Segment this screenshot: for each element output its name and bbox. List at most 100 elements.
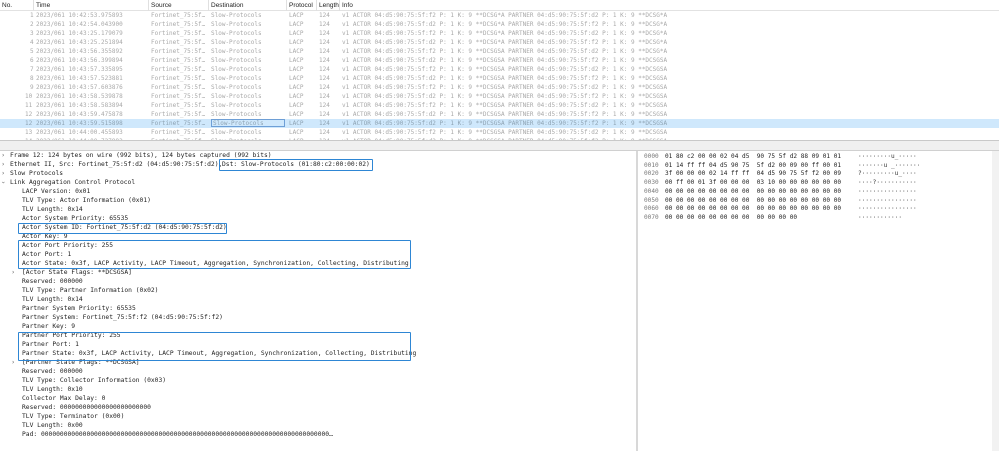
cell-info: v1 ACTOR 04:d5:90:75:5f:f2 P: 1 K: 9 **D… [342, 102, 668, 109]
byte-row[interactable]: 0000 01 80 c2 00 00 02 04 d5 90 75 5f d2 … [638, 152, 988, 161]
packet-list[interactable]: No. Time Source Destination Protocol Len… [0, 0, 999, 141]
table-row[interactable]: 3 2023/061 10:43:25.179079 Fortinet_75:5f…… [0, 29, 999, 38]
table-row[interactable]: 12 2023/061 10:43:59.515898 Fortinet_75:5f… [0, 119, 999, 128]
cell-time: 2023/061 10:42:54.043900 [36, 21, 123, 28]
cell-protocol: LACP [289, 12, 304, 19]
byte-offset: 0030 [644, 179, 659, 187]
cell-source: Fortinet_75:5f… [151, 12, 206, 19]
cell-source: Fortinet_75:5f… [151, 84, 206, 91]
packet-details-pane[interactable]: › Frame 12: 124 bytes on wire (992 bits)… [0, 151, 636, 451]
col-header-time[interactable]: Time [36, 2, 50, 9]
byte-row[interactable]: 0020 3f 00 00 00 02 14 ff ff 04 d5 90 75 … [638, 169, 988, 178]
lacp-field[interactable]: Partner Key: 9 [0, 322, 630, 331]
cell-protocol: LACP [289, 66, 304, 73]
cell-destination: Slow-Protocols [211, 48, 262, 55]
lacp-field[interactable]: Reserved: 000000000000000000000000 [0, 403, 630, 412]
byte-row[interactable]: 0050 00 00 00 00 00 00 00 00 00 00 00 00 … [638, 196, 988, 205]
cell-info: v1 ACTOR 04:d5:90:75:5f:f2 P: 1 K: 9 **D… [342, 129, 668, 136]
byte-row[interactable]: 0010 01 14 ff ff 04 d5 90 75 5f d2 00 09 … [638, 161, 988, 170]
byte-offset: 0070 [644, 213, 659, 221]
col-header-length[interactable]: Length [319, 2, 339, 9]
cell-destination: Slow-Protocols [211, 93, 262, 100]
cell-time: 2023/061 10:43:58.539878 [36, 93, 123, 100]
cell-destination: Slow-Protocols [211, 119, 285, 127]
lacp-field[interactable]: Partner System: Fortinet_75:5f:f2 (04:d5… [0, 313, 630, 322]
table-row[interactable]: 8 2023/061 10:43:57.523881 Fortinet_75:5f…… [0, 74, 999, 83]
col-header-protocol[interactable]: Protocol [289, 2, 313, 9]
lacp-field[interactable]: [Actor State Flags: **DCSGSA] › [0, 268, 630, 277]
lacp-field[interactable]: TLV Type: Actor Information (0x01) [0, 196, 630, 205]
cell-length: 124 [319, 21, 330, 28]
lacp-field[interactable]: Reserved: 000000 [0, 277, 630, 286]
bytes-scrollbar[interactable] [992, 151, 999, 451]
pane-splitter[interactable] [0, 141, 999, 151]
cell-info: v1 ACTOR 04:d5:90:75:5f:d2 P: 1 K: 9 **D… [342, 21, 668, 28]
lacp-field[interactable]: TLV Length: 0x00 [0, 421, 630, 430]
highlight-partner-port-box [18, 332, 411, 361]
lacp-field[interactable]: TLV Type: Partner Information (0x02) [0, 286, 630, 295]
byte-ascii: ················ [858, 196, 917, 204]
lacp-field[interactable]: TLV Length: 0x14 [0, 295, 630, 304]
packet-bytes-pane[interactable]: 0000 01 80 c2 00 00 02 04 d5 90 75 5f d2 … [638, 151, 999, 451]
cell-info: v1 ACTOR 04:d5:90:75:5f:f2 P: 1 K: 9 **D… [342, 84, 668, 91]
lacp-field[interactable]: TLV Length: 0x10 [0, 385, 630, 394]
byte-hex: 3f 00 00 00 02 14 ff ff 04 d5 90 75 5f f… [665, 170, 842, 178]
col-header-info[interactable]: Info [342, 2, 353, 9]
table-row[interactable]: 11 2023/061 10:43:58.583894 Fortinet_75:5f… [0, 101, 999, 110]
table-row[interactable]: 13 2023/061 10:44:00.455893 Fortinet_75:5f… [0, 128, 999, 137]
cell-protocol: LACP [289, 93, 304, 100]
table-row[interactable]: 9 2023/061 10:43:57.603876 Fortinet_75:5f…… [0, 83, 999, 92]
expand-arrow-icon[interactable]: › [2, 151, 4, 160]
lacp-field[interactable]: Partner System Priority: 65535 [0, 304, 630, 313]
cell-source: Fortinet_75:5f… [151, 48, 206, 55]
expand-arrow-icon[interactable]: › [2, 160, 4, 169]
expand-arrow-icon[interactable]: › [2, 169, 4, 178]
table-row[interactable]: 6 2023/061 10:43:56.399894 Fortinet_75:5f…… [0, 56, 999, 65]
byte-ascii: ················ [858, 205, 917, 213]
table-row[interactable]: 7 2023/061 10:43:57.335895 Fortinet_75:5f…… [0, 65, 999, 74]
table-row[interactable]: 5 2023/061 10:43:56.355892 Fortinet_75:5f…… [0, 47, 999, 56]
lacp-field[interactable]: TLV Type: Collector Information (0x03) [0, 376, 630, 385]
cell-destination: Slow-Protocols [211, 12, 262, 19]
byte-hex: 01 14 ff ff 04 d5 90 75 5f d2 00 09 00 f… [665, 161, 842, 169]
byte-row[interactable]: 0060 00 00 00 00 00 00 00 00 00 00 00 00 … [638, 204, 988, 213]
byte-hex: 00 00 00 00 00 00 00 00 00 00 00 00 00 0… [665, 187, 842, 195]
cell-protocol: LACP [289, 84, 304, 91]
cell-time: 2023/061 10:43:57.603876 [36, 84, 123, 91]
col-header-destination[interactable]: Destination [211, 2, 244, 9]
collapse-arrow-icon[interactable]: › [0, 181, 8, 183]
cell-destination: Slow-Protocols [211, 102, 262, 109]
byte-row[interactable]: 0040 00 00 00 00 00 00 00 00 00 00 00 00 … [638, 187, 988, 196]
table-row[interactable]: 2 2023/061 10:42:54.043900 Fortinet_75:5f…… [0, 20, 999, 29]
cell-time: 2023/061 10:42:53.975893 [36, 12, 123, 19]
cell-length: 124 [319, 75, 330, 82]
lacp-field[interactable]: TLV Length: 0x14 [0, 205, 630, 214]
tree-item-lacp[interactable]: › Link Aggregation Control Protocol [0, 178, 630, 187]
cell-info: v1 ACTOR 04:d5:90:75:5f:d2 P: 1 K: 9 **D… [342, 75, 668, 82]
table-row[interactable]: 10 2023/061 10:43:58.539878 Fortinet_75:5f… [0, 92, 999, 101]
cell-info: v1 ACTOR 04:d5:90:75:5f:f2 P: 1 K: 9 **D… [342, 30, 668, 37]
table-row[interactable]: 12 2023/061 10:43:59.475878 Fortinet_75:5f… [0, 110, 999, 119]
lacp-field[interactable]: Collector Max Delay: 0 [0, 394, 630, 403]
lacp-field[interactable]: TLV Type: Terminator (0x00) [0, 412, 630, 421]
lacp-field[interactable]: Pad: 00000000000000000000000000000000000… [0, 430, 630, 439]
cell-length: 124 [319, 120, 330, 127]
table-row[interactable]: 4 2023/061 10:43:25.251894 Fortinet_75:5f…… [0, 38, 999, 47]
expand-arrow-icon[interactable]: › [12, 358, 14, 367]
col-header-no[interactable]: No. [2, 2, 12, 9]
cell-time: 2023/061 10:43:25.179079 [36, 30, 123, 37]
lacp-field[interactable]: Actor System Priority: 65535 [0, 214, 630, 223]
lacp-field[interactable]: Reserved: 000000 [0, 367, 630, 376]
byte-ascii: ·······u _······· [858, 161, 921, 169]
byte-row[interactable]: 0030 00 ff 00 01 3f 00 00 00 03 10 00 00 … [638, 178, 988, 187]
col-header-source[interactable]: Source [151, 2, 172, 9]
cell-time: 2023/061 10:43:57.335895 [36, 66, 123, 73]
byte-ascii: ············ [858, 213, 903, 221]
cell-source: Fortinet_75:5f… [151, 39, 206, 46]
cell-time: 2023/061 10:43:56.399894 [36, 57, 123, 64]
lacp-field[interactable]: LACP Version: 0x01 [0, 187, 630, 196]
expand-arrow-icon[interactable]: › [12, 268, 14, 277]
table-row[interactable]: 1 2023/061 10:42:53.975893 Fortinet_75:5f…… [0, 11, 999, 20]
byte-row[interactable]: 0070 00 00 00 00 00 00 00 00 00 00 00 00 ·… [638, 213, 988, 222]
byte-hex: 00 ff 00 01 3f 00 00 00 03 10 00 00 00 0… [665, 179, 842, 187]
